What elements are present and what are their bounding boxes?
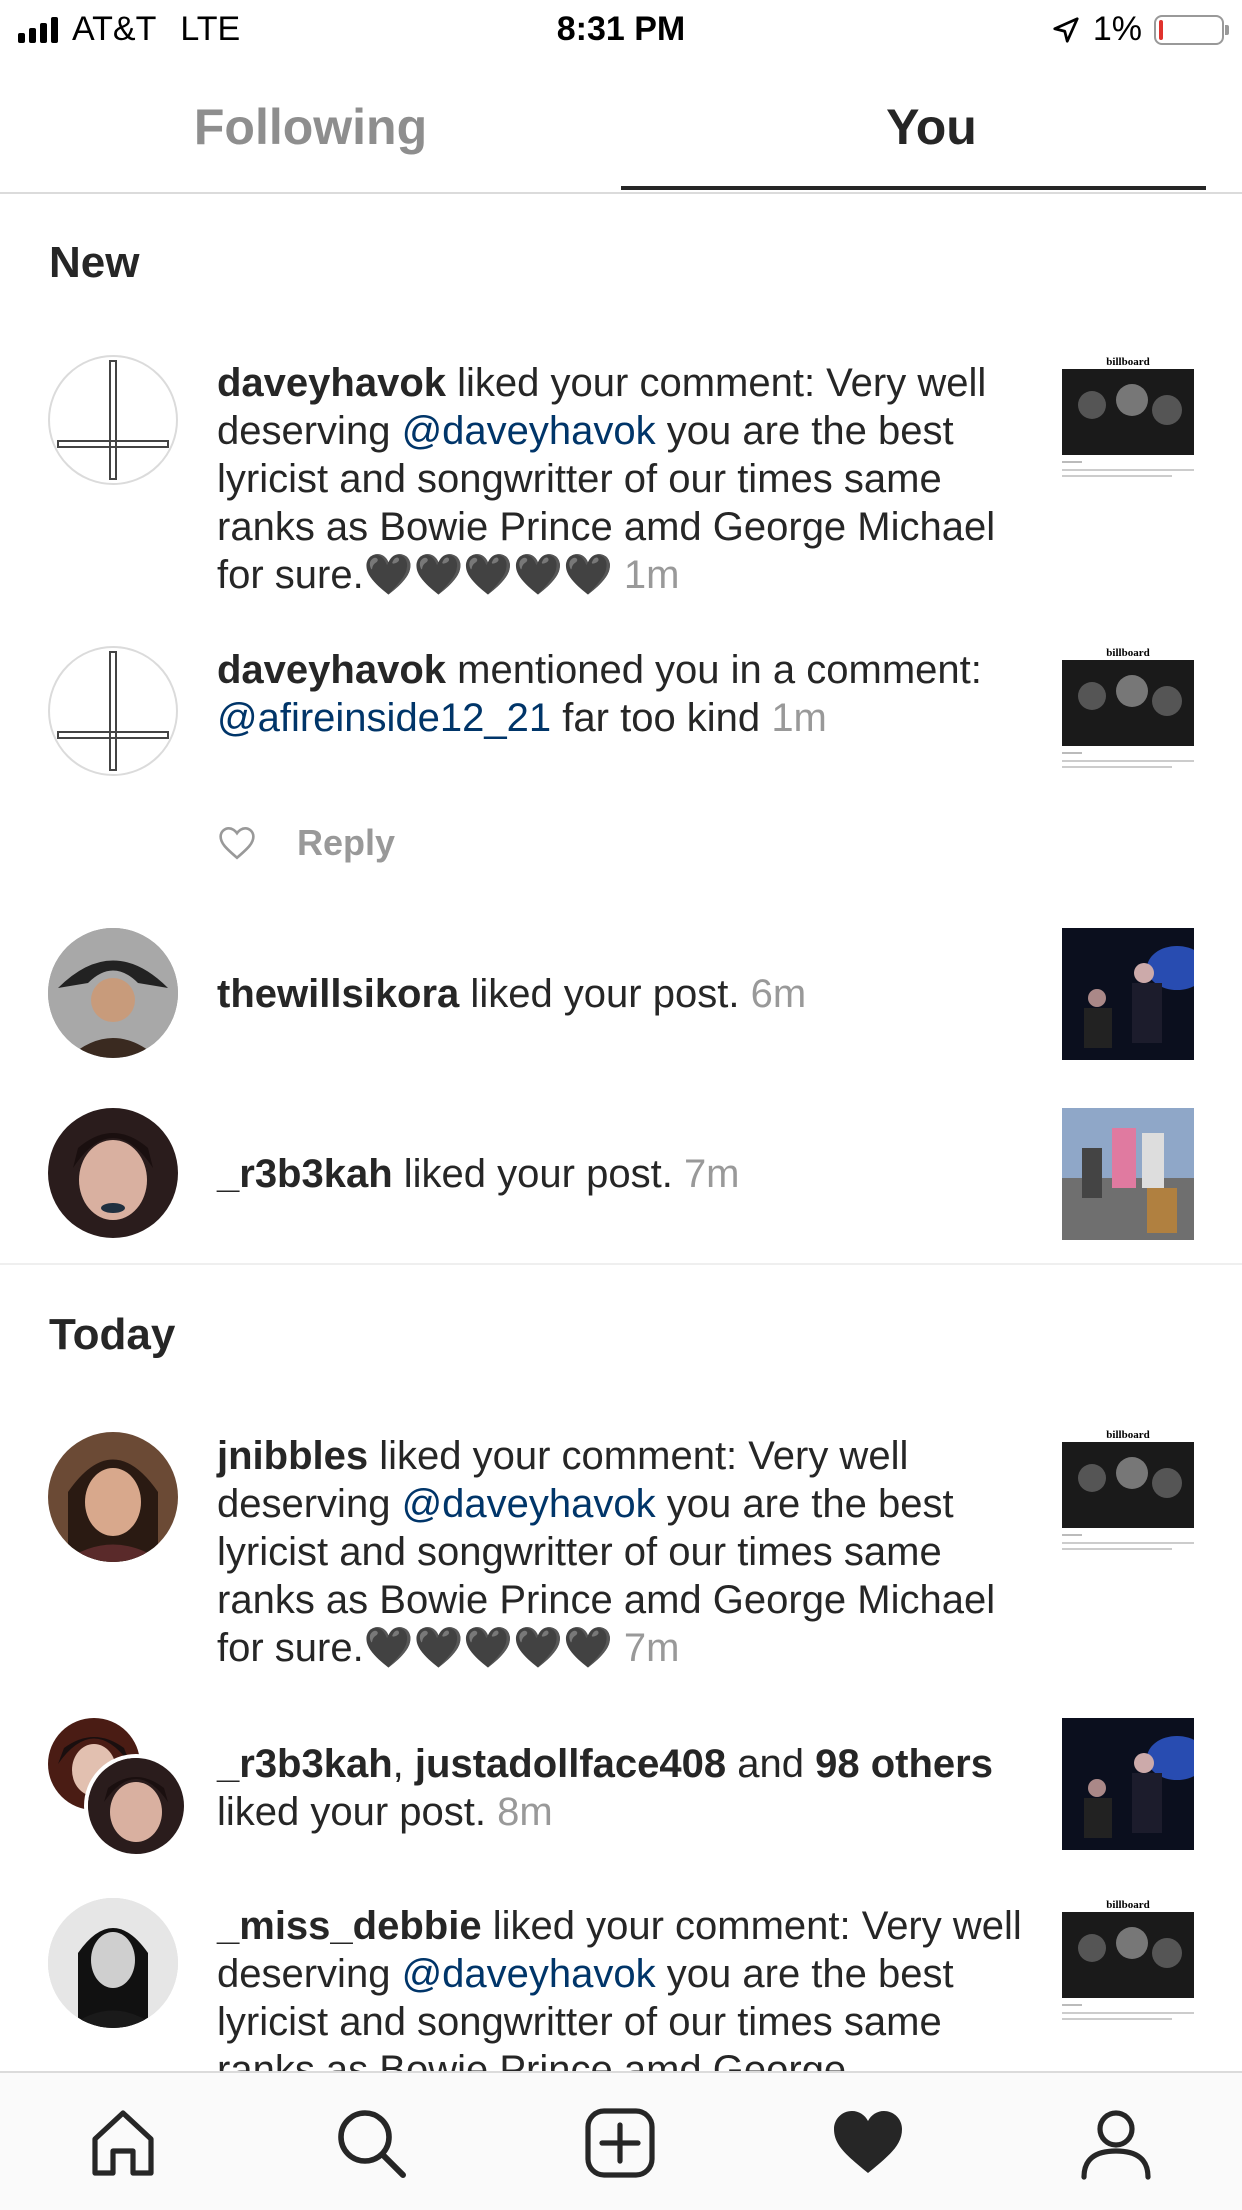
- notification-text: _r3b3kah liked your post. 7m: [217, 1152, 740, 1196]
- timestamp: 1m: [623, 553, 680, 597]
- tab-you[interactable]: You: [621, 62, 1242, 192]
- reply-button[interactable]: Reply: [297, 822, 395, 864]
- notification-text: daveyhavok mentioned you in a comment: @…: [217, 648, 982, 740]
- post-thumbnail[interactable]: [1062, 1108, 1194, 1240]
- timestamp: 7m: [683, 1152, 740, 1196]
- comment-actions: Reply: [217, 822, 395, 864]
- username-link[interactable]: thewillsikora: [217, 972, 459, 1016]
- post-thumbnail[interactable]: billboard: [1062, 646, 1194, 778]
- notification-text: thewillsikora liked your post. 6m: [217, 972, 807, 1016]
- notification-text: _r3b3kah, justadollface408 and 98 others…: [217, 1742, 993, 1834]
- timestamp: 1m: [771, 696, 827, 740]
- battery-percent: 1%: [1092, 10, 1142, 48]
- notification-text: jnibbles liked your comment: Very well d…: [217, 1434, 996, 1670]
- search-icon[interactable]: [331, 2103, 411, 2183]
- others-link[interactable]: 98 others: [815, 1742, 993, 1786]
- svg-text:billboard: billboard: [1106, 1899, 1149, 1911]
- section-title-today: Today: [49, 1310, 176, 1359]
- avatar[interactable]: [84, 1754, 188, 1858]
- mention-link[interactable]: @daveyhavok: [402, 1952, 656, 1996]
- location-arrow-icon: [1053, 16, 1079, 43]
- activity-heart-icon[interactable]: [828, 2103, 908, 2183]
- post-thumbnail[interactable]: billboard: [1062, 1428, 1194, 1560]
- status-bar: AT&T LTE 8:31 PM 1%: [0, 0, 1242, 62]
- username-link[interactable]: daveyhavok: [217, 361, 446, 405]
- mention-link[interactable]: @daveyhavok: [402, 409, 656, 453]
- avatar[interactable]: [48, 1432, 178, 1562]
- timestamp: 6m: [750, 972, 807, 1016]
- svg-text:billboard: billboard: [1106, 1429, 1149, 1441]
- avatar[interactable]: [48, 928, 178, 1058]
- username-link[interactable]: _miss_debbie: [217, 1904, 482, 1948]
- timestamp: 8m: [497, 1790, 553, 1834]
- username-link[interactable]: jnibbles: [217, 1434, 368, 1478]
- home-icon[interactable]: [83, 2103, 163, 2183]
- avatar[interactable]: [48, 646, 178, 776]
- activity-tabs: Following You: [0, 62, 1242, 194]
- post-thumbnail[interactable]: billboard: [1062, 355, 1194, 487]
- section-divider: [0, 1263, 1242, 1265]
- notification-text: _miss_debbie liked your comment: Very we…: [217, 1904, 1022, 2071]
- mention-link[interactable]: @afireinside12_21: [217, 696, 551, 740]
- svg-text:billboard: billboard: [1106, 647, 1149, 659]
- avatar[interactable]: [48, 1898, 178, 2028]
- post-thumbnail[interactable]: billboard: [1062, 1898, 1194, 2030]
- section-title-new: New: [49, 238, 140, 287]
- profile-icon[interactable]: [1076, 2103, 1156, 2183]
- avatar[interactable]: [48, 1108, 178, 1238]
- notification-text: daveyhavok liked your comment: Very well…: [217, 361, 996, 597]
- avatar[interactable]: [48, 355, 178, 485]
- active-tab-indicator: [621, 186, 1206, 190]
- new-post-icon[interactable]: [580, 2103, 660, 2183]
- notification-row[interactable]: _miss_debbie liked your comment: Very we…: [0, 1898, 1242, 2071]
- username-link[interactable]: _r3b3kah: [217, 1742, 393, 1786]
- username-link[interactable]: daveyhavok: [217, 648, 446, 692]
- svg-text:billboard: billboard: [1106, 356, 1149, 368]
- post-thumbnail[interactable]: [1062, 1718, 1194, 1850]
- username-link[interactable]: justadollface408: [415, 1742, 726, 1786]
- post-thumbnail[interactable]: [1062, 928, 1194, 1060]
- battery-icon: [1154, 14, 1229, 45]
- like-comment-icon[interactable]: [217, 825, 257, 861]
- timestamp: 7m: [623, 1626, 680, 1670]
- username-link[interactable]: _r3b3kah: [217, 1152, 393, 1196]
- tab-following[interactable]: Following: [0, 62, 621, 192]
- mention-link[interactable]: @daveyhavok: [402, 1482, 656, 1526]
- bottom-nav: [0, 2071, 1242, 2210]
